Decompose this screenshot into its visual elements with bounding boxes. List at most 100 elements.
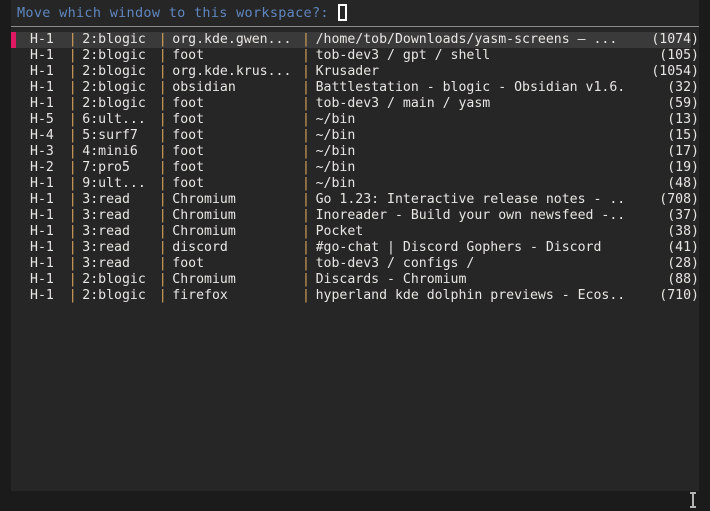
window-list-row[interactable]: H-1 | 2:blogic | foot | tob-dev3 / main / yasm… [11, 96, 699, 112]
row-window-id: (48) [667, 176, 699, 191]
prompt-row: Move which window to this workspace?: [11, 0, 699, 25]
column-separator: | [302, 144, 310, 159]
column-separator: | [68, 224, 77, 239]
column-separator: | [158, 96, 167, 111]
column-separator: | [302, 192, 310, 207]
column-separator: | [302, 240, 310, 255]
window-list-row[interactable]: H-1 | 2:blogic | org.kde.krus... | Krusader (10… [11, 64, 699, 80]
row-title: hyperland kde dolphin previews - Ecos... [315, 288, 626, 303]
column-separator: | [302, 272, 310, 287]
row-window-id: (88) [667, 272, 699, 287]
window-list-row[interactable]: H-1 | 3:read | Chromium | Go 1.23: Interactive… [11, 192, 699, 208]
row-window-id: (32) [667, 80, 699, 95]
row-window-id: (708) [659, 192, 699, 207]
row-workspace: 4:mini6 [82, 144, 138, 159]
window-list-row[interactable]: H-1 | 2:blogic | firefox | hyperland kde dolph… [11, 288, 699, 304]
row-cells: H-1 | 2:blogic | foot | tob-dev3 / gpt / shell… [11, 48, 699, 64]
window-list-row[interactable]: H-1 | 2:blogic | Chromium | Discards - Chromiu… [11, 272, 699, 288]
row-window-id: (1074) [651, 32, 699, 47]
window-list-row[interactable]: H-2 | 7:pro5 | foot | ~/bin (19) [11, 160, 699, 176]
column-separator: | [158, 112, 167, 127]
window-list-row[interactable]: H-1 | 2:blogic | foot | tob-dev3 / gpt / shell… [11, 48, 699, 64]
window-list-row[interactable]: H-3 | 4:mini6 | foot | ~/bin (17) [11, 144, 699, 160]
column-separator: | [68, 160, 77, 175]
column-separator: | [302, 96, 310, 111]
row-app-name: firefox [172, 288, 228, 303]
row-window-id: (17) [667, 144, 699, 159]
row-app-name: org.kde.gwen... [172, 32, 292, 47]
row-workspace: 2:blogic [82, 288, 146, 303]
column-separator: | [68, 176, 77, 191]
row-app-name: foot [172, 144, 205, 159]
window-list-row[interactable]: H-1 | 2:blogic | org.kde.gwen... | /home/tob/D… [11, 32, 699, 48]
row-app-name: org.kde.krus... [172, 64, 292, 79]
window-list-row[interactable]: H-1 | 3:read | discord | #go-chat | Discord Go… [11, 240, 699, 256]
row-cells: H-1 | 3:read | foot | tob-dev3 / configs / (28) [11, 256, 699, 272]
row-title: ~/bin [315, 128, 356, 143]
row-cells: H-1 | 3:read | discord | #go-chat | Discord Go… [11, 240, 699, 256]
row-window-id: (28) [667, 256, 699, 271]
column-separator: | [68, 48, 77, 63]
row-workspace: 3:read [82, 256, 130, 271]
column-separator: | [68, 80, 77, 95]
column-separator: | [302, 208, 310, 223]
row-app-name: foot [172, 256, 205, 271]
row-window-id: (19) [667, 160, 699, 175]
column-separator: | [158, 144, 167, 159]
row-cells: H-3 | 4:mini6 | foot | ~/bin (17) [11, 144, 699, 160]
row-workspace: 6:ult... [82, 112, 146, 127]
column-separator: | [68, 32, 77, 47]
row-workspace: 5:surf7 [82, 128, 138, 143]
column-separator: | [68, 192, 77, 207]
prompt-input[interactable] [337, 4, 347, 21]
switcher-panel: Move which window to this workspace?: H-… [11, 0, 699, 491]
column-separator: | [68, 288, 77, 303]
row-window-id: (105) [659, 48, 699, 63]
header-separator [11, 26, 699, 27]
column-separator: | [302, 256, 310, 271]
row-title: Inoreader - Build your own newsfeed -... [315, 208, 626, 223]
row-app-name: Chromium [172, 272, 236, 287]
row-app-name: Chromium [172, 224, 236, 239]
row-hint-key: H-1 [30, 240, 54, 255]
column-separator: | [158, 240, 167, 255]
row-title: Krusader [315, 64, 380, 79]
column-separator: | [158, 288, 167, 303]
row-hint-key: H-1 [30, 64, 54, 79]
row-app-name: foot [172, 112, 205, 127]
row-cells: H-1 | 2:blogic | Chromium | Discards - Chromiu… [11, 272, 699, 288]
row-workspace: 2:blogic [82, 64, 146, 79]
row-window-id: (38) [667, 224, 699, 239]
window-list-row[interactable]: H-1 | 3:read | Chromium | Pocket (38) [11, 224, 699, 240]
row-title: tob-dev3 / gpt / shell [315, 48, 491, 63]
window-list-row[interactable]: H-1 | 3:read | foot | tob-dev3 / configs / (28) [11, 256, 699, 272]
row-cells: H-2 | 7:pro5 | foot | ~/bin (19) [11, 160, 699, 176]
row-cells: H-1 | 9:ult... | foot | ~/bin (48) [11, 176, 699, 192]
column-separator: | [302, 32, 310, 47]
column-separator: | [302, 80, 310, 95]
column-separator: | [68, 96, 77, 111]
row-cells: H-5 | 6:ult... | foot | ~/bin (13) [11, 112, 699, 128]
window-list-row[interactable]: H-5 | 6:ult... | foot | ~/bin (13) [11, 112, 699, 128]
row-workspace: 7:pro5 [82, 160, 130, 175]
window-list[interactable]: H-1 | 2:blogic | org.kde.gwen... | /home/tob/D… [11, 32, 699, 304]
window-list-row[interactable]: H-1 | 3:read | Chromium | Inoreader - Build yo… [11, 208, 699, 224]
column-separator: | [158, 224, 167, 239]
column-separator: | [302, 112, 310, 127]
column-separator: | [302, 128, 310, 143]
row-app-name: foot [172, 48, 205, 63]
block-cursor-icon [337, 4, 347, 21]
row-title: tob-dev3 / main / yasm [315, 96, 491, 111]
column-separator: | [158, 176, 167, 191]
row-hint-key: H-1 [30, 288, 54, 303]
column-separator: | [158, 208, 167, 223]
window-list-row[interactable]: H-1 | 2:blogic | obsidian | Battlestation - bl… [11, 80, 699, 96]
window-list-row[interactable]: H-1 | 9:ult... | foot | ~/bin (48) [11, 176, 699, 192]
column-separator: | [68, 240, 77, 255]
row-cells: H-1 | 2:blogic | org.kde.krus... | Krusader (10… [11, 64, 699, 80]
window-list-row[interactable]: H-4 | 5:surf7 | foot | ~/bin (15) [11, 128, 699, 144]
row-hint-key: H-1 [30, 96, 54, 111]
row-cells: H-1 | 2:blogic | foot | tob-dev3 / main / yasm… [11, 96, 699, 112]
row-title: /home/tob/Downloads/yasm-screens — ... [315, 32, 618, 47]
row-workspace: 9:ult... [82, 176, 146, 191]
